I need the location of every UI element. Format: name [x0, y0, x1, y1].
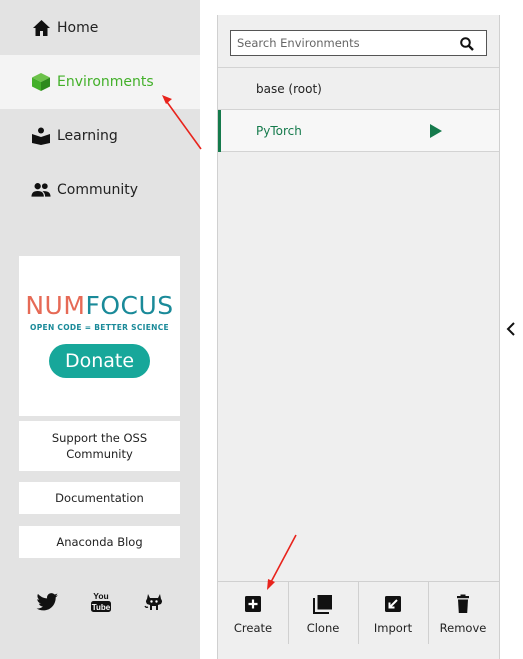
import-button[interactable]: Import	[358, 582, 429, 644]
nav-learning-label: Learning	[57, 128, 118, 144]
clone-button[interactable]: Clone	[288, 582, 359, 644]
play-icon[interactable]	[430, 124, 442, 138]
youtube-icon[interactable]: You Tube	[89, 590, 113, 614]
environment-row-base[interactable]: base (root)	[218, 67, 499, 109]
nav-home-label: Home	[57, 20, 99, 36]
environment-actions-toolbar: Create Clone Import Remove	[218, 581, 499, 644]
documentation-link[interactable]: Documentation	[19, 482, 180, 514]
environment-row-pytorch[interactable]: PyTorch	[218, 109, 499, 152]
chevron-left-icon[interactable]	[505, 321, 517, 337]
numfocus-card[interactable]: NUMFOCUS OPEN CODE = BETTER SCIENCE Dona…	[19, 256, 180, 416]
clone-label: Clone	[306, 621, 340, 635]
nav-environments-label: Environments	[57, 74, 154, 90]
import-icon	[383, 594, 403, 614]
nav-environments[interactable]: Environments	[0, 55, 200, 109]
cube-icon	[31, 72, 51, 92]
create-label: Create	[233, 621, 273, 635]
search-environments-box[interactable]	[230, 30, 487, 56]
people-icon	[31, 180, 51, 200]
svg-text:You: You	[93, 591, 108, 601]
nav-home[interactable]: Home	[0, 1, 200, 55]
environment-name: PyTorch	[256, 123, 302, 138]
environment-name: base (root)	[256, 81, 322, 96]
github-icon[interactable]	[142, 590, 166, 614]
remove-label: Remove	[439, 621, 487, 635]
remove-button[interactable]: Remove	[428, 582, 498, 644]
nav-learning[interactable]: Learning	[0, 109, 200, 163]
numfocus-tagline: OPEN CODE = BETTER SCIENCE	[30, 323, 169, 332]
clone-icon	[313, 594, 333, 614]
book-icon	[31, 126, 51, 146]
numfocus-logo: NUMFOCUS	[25, 291, 174, 320]
search-icon[interactable]	[460, 36, 474, 51]
twitter-icon[interactable]	[35, 590, 59, 614]
trash-icon	[453, 594, 473, 614]
svg-text:Tube: Tube	[92, 603, 111, 612]
donate-button[interactable]: Donate	[49, 344, 150, 378]
nav-community[interactable]: Community	[0, 163, 200, 217]
plus-box-icon	[243, 594, 263, 614]
anaconda-blog-link[interactable]: Anaconda Blog	[19, 526, 180, 558]
sidebar: Home Environments Learning Community NUM…	[0, 0, 200, 659]
environments-panel: base (root) PyTorch Create Clone Import	[217, 15, 500, 659]
search-environments-input[interactable]	[237, 34, 452, 52]
import-label: Import	[373, 621, 413, 635]
home-icon	[31, 18, 51, 38]
create-button[interactable]: Create	[218, 582, 289, 644]
nav-community-label: Community	[57, 182, 139, 198]
support-oss-link[interactable]: Support the OSS Community	[19, 421, 180, 471]
